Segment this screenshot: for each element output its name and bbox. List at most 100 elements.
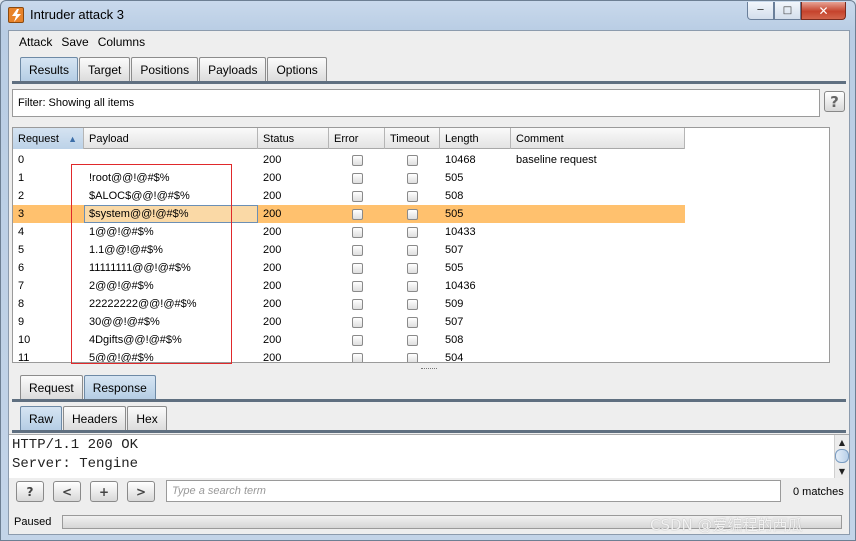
table-row[interactable]: 6 11111111@@!@#$% 200 505 — [13, 259, 685, 277]
table-body: 0 200 10468 baseline request 1 !root@@!@#$% 20… — [13, 151, 685, 363]
checkbox-icon — [351, 316, 363, 328]
cell-payload: 1@@!@#$% — [89, 226, 154, 238]
match-count: 0 matches — [793, 486, 844, 498]
column-error[interactable]: Error — [329, 128, 385, 149]
pane-splitter[interactable] — [12, 366, 846, 371]
cell-length: 10468 — [445, 154, 476, 166]
table-row[interactable]: 9 30@@!@#$% 200 507 — [13, 313, 685, 331]
table-row[interactable]: 11 5@@!@#$% 200 504 — [13, 349, 685, 363]
table-row[interactable]: 3 $system@@!@#$% 200 505 — [13, 205, 685, 223]
search-next-button[interactable]: > — [127, 481, 155, 502]
table-row[interactable]: 5 1.1@@!@#$% 200 507 — [13, 241, 685, 259]
timeout-checkbox — [385, 241, 440, 259]
tab-raw[interactable]: Raw — [20, 406, 63, 430]
cell-request: 1 — [18, 172, 25, 184]
cell-status: 200 — [263, 226, 282, 238]
cell-status: 200 — [263, 154, 282, 166]
cell-status: 200 — [263, 244, 282, 256]
maximize-icon[interactable]: □ — [774, 2, 801, 20]
checkbox-icon — [407, 298, 418, 310]
column-length[interactable]: Length — [440, 128, 511, 149]
tab-hex[interactable]: Hex — [127, 406, 167, 430]
request-response-tab-bar: Request Response — [20, 375, 157, 399]
scroll-up-icon[interactable]: ▲ — [835, 435, 849, 449]
cell-request: 4 — [18, 226, 25, 238]
sort-ascending-icon: ▲ — [68, 133, 77, 144]
cell-payload — [84, 151, 258, 169]
tab-target[interactable]: Target — [79, 57, 131, 81]
cell-comment — [511, 331, 685, 349]
search-add-button[interactable]: + — [90, 481, 118, 502]
timeout-checkbox — [385, 187, 440, 205]
response-editor[interactable]: HTTP/1.1 200 OK Server: Tengine ▲ ▼ — [9, 434, 849, 478]
timeout-checkbox — [385, 295, 440, 313]
column-request[interactable]: Request ▲ — [13, 128, 84, 149]
menu-columns[interactable]: Columns — [98, 35, 145, 49]
table-row[interactable]: 8 22222222@@!@#$% 200 509 — [13, 295, 685, 313]
view-tab-bar: Raw Headers Hex — [20, 406, 168, 430]
column-status[interactable]: Status — [258, 128, 329, 149]
scroll-down-icon[interactable]: ▼ — [835, 464, 849, 478]
tab-headers[interactable]: Headers — [63, 406, 127, 430]
cell-payload: 30@@!@#$% — [89, 316, 160, 328]
tab-divider-3 — [12, 430, 846, 433]
search-previous-button[interactable]: < — [53, 481, 81, 502]
timeout-checkbox — [385, 349, 440, 362]
response-scrollbar[interactable]: ▲ ▼ — [834, 435, 849, 478]
checkbox-icon — [407, 208, 418, 220]
cell-request: 10 — [18, 334, 31, 346]
cell-status: 200 — [263, 262, 282, 274]
cell-length: 505 — [445, 208, 464, 220]
error-checkbox — [329, 223, 385, 241]
filter-bar[interactable]: Filter: Showing all items — [12, 89, 820, 117]
cell-request: 11 — [18, 352, 30, 363]
checkbox-icon — [407, 280, 418, 292]
table-row[interactable]: 7 2@@!@#$% 200 10436 — [13, 277, 685, 295]
search-help-button[interactable]: ? — [16, 481, 44, 502]
column-payload[interactable]: Payload — [84, 128, 258, 149]
cell-payload: 5@@!@#$% — [89, 352, 154, 363]
tab-response[interactable]: Response — [83, 375, 156, 399]
tab-options[interactable]: Options — [267, 57, 327, 81]
column-comment[interactable]: Comment — [511, 128, 685, 149]
cell-comment — [511, 277, 685, 295]
tab-results[interactable]: Results — [20, 57, 79, 81]
cell-status: 200 — [263, 208, 282, 220]
table-row[interactable]: 1 !root@@!@#$% 200 505 — [13, 169, 685, 187]
filter-help-button[interactable]: ? — [824, 91, 845, 112]
cell-payload: 2@@!@#$% — [89, 280, 154, 292]
cell-comment: baseline request — [516, 154, 597, 166]
tab-positions[interactable]: Positions — [131, 57, 199, 81]
checkbox-icon — [351, 154, 363, 166]
scroll-thumb[interactable] — [835, 449, 849, 463]
cell-length: 507 — [445, 316, 464, 328]
cell-status: 200 — [263, 172, 282, 184]
cell-length: 505 — [445, 172, 464, 184]
cell-length: 508 — [445, 334, 464, 346]
tab-payloads[interactable]: Payloads — [199, 57, 267, 81]
table-row[interactable]: 4 1@@!@#$% 200 10433 — [13, 223, 685, 241]
menu-attack[interactable]: Attack — [19, 35, 52, 49]
cell-request: 6 — [18, 262, 25, 274]
checkbox-icon — [407, 334, 418, 346]
cell-comment — [511, 349, 685, 362]
checkbox-icon — [351, 172, 363, 184]
error-checkbox — [329, 295, 385, 313]
menu-save[interactable]: Save — [61, 35, 88, 49]
cell-comment — [511, 295, 685, 313]
table-row[interactable]: 2 $ALOC$@@!@#$% 200 508 — [13, 187, 685, 205]
cell-comment — [511, 313, 685, 331]
column-timeout[interactable]: Timeout — [385, 128, 440, 149]
tab-request[interactable]: Request — [20, 375, 83, 399]
checkbox-icon — [351, 244, 363, 256]
cell-status: 200 — [263, 190, 282, 202]
cell-payload: 1.1@@!@#$% — [89, 244, 163, 256]
cell-length: 10433 — [445, 226, 476, 238]
table-row[interactable]: 10 4Dgifts@@!@#$% 200 508 — [13, 331, 685, 349]
search-input[interactable] — [166, 480, 781, 502]
timeout-checkbox — [385, 313, 440, 331]
close-icon[interactable]: ✕ — [801, 2, 846, 20]
table-row[interactable]: 0 200 10468 baseline request — [13, 151, 685, 169]
cell-payload: 22222222@@!@#$% — [89, 298, 197, 310]
minimize-icon[interactable]: ─ — [747, 2, 774, 20]
